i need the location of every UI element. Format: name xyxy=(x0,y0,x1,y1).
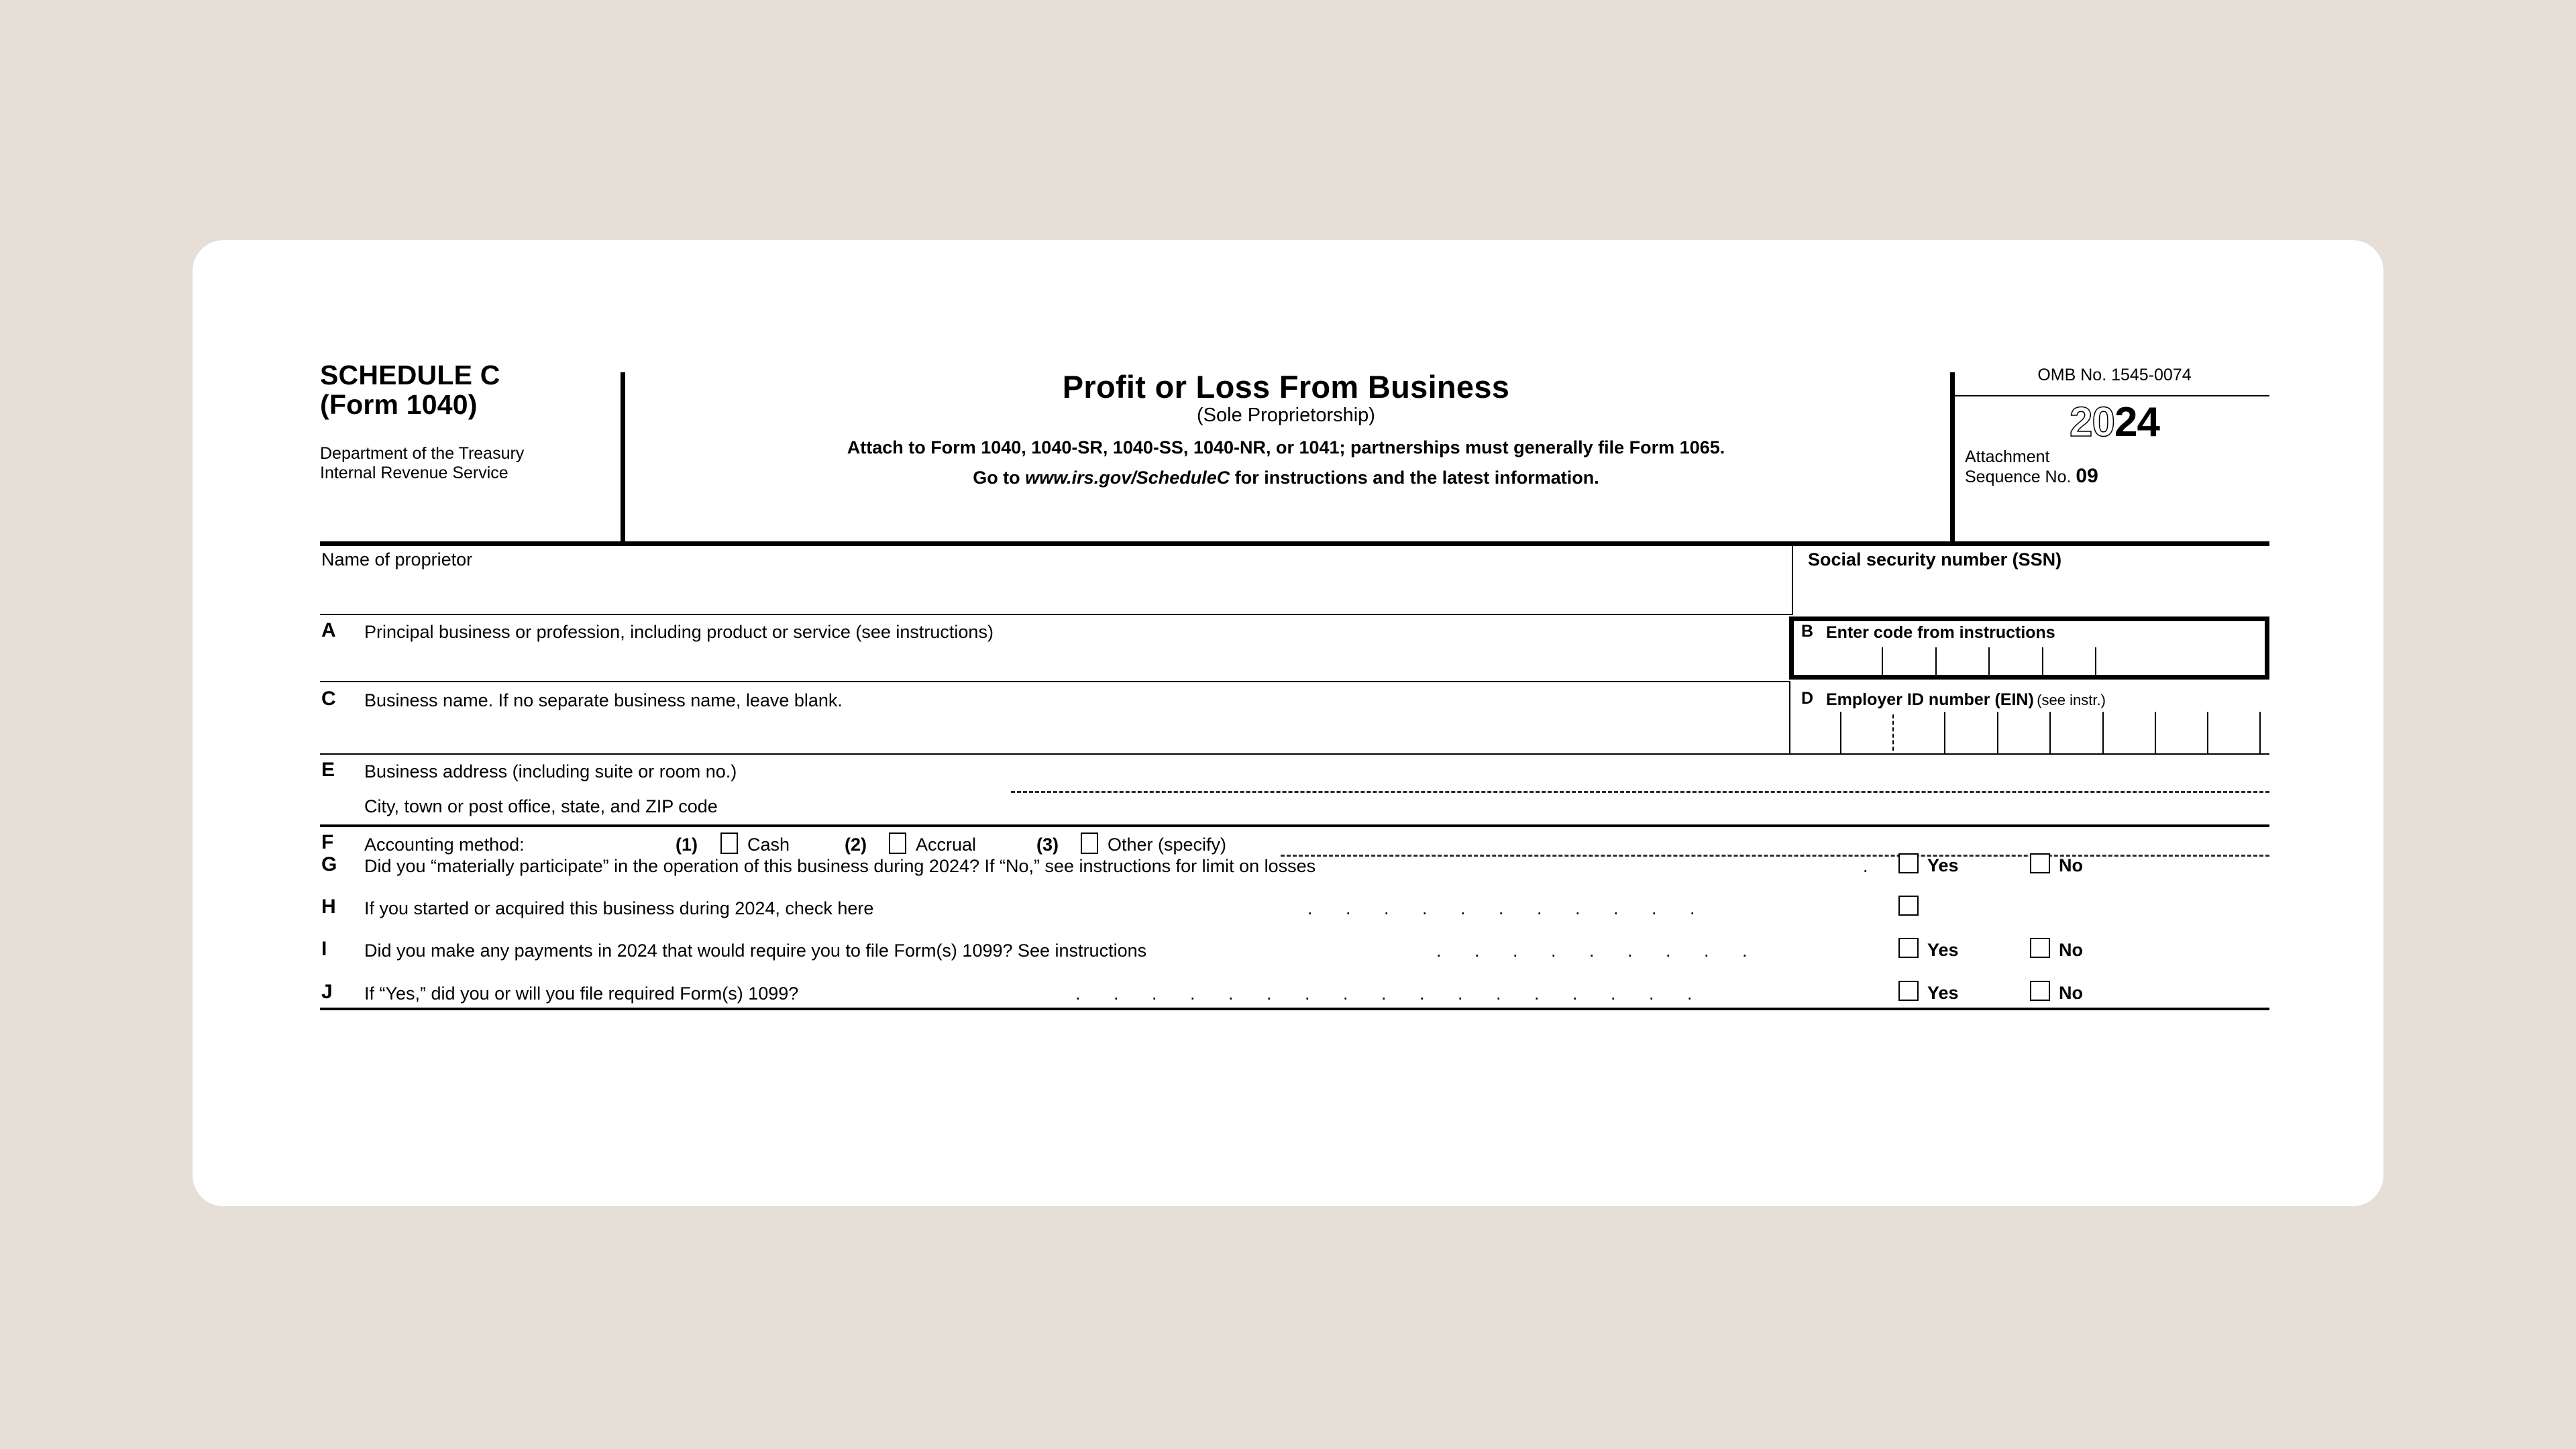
field-h-checkbox[interactable] xyxy=(1898,896,1919,916)
field-f-label: Accounting method: xyxy=(364,835,525,855)
field-e-label-2: City, town or post office, state, and ZI… xyxy=(364,796,718,816)
tax-year: 2024 xyxy=(1960,399,2269,445)
header-divider-right xyxy=(1950,372,1955,543)
field-f-option-3-checkbox[interactable] xyxy=(1081,833,1098,854)
tax-year-prefix: 20 xyxy=(2069,399,2115,445)
field-a-letter: A xyxy=(321,619,336,641)
field-i-yes-label: Yes xyxy=(1927,940,1959,960)
field-g-leader: . xyxy=(1863,856,1882,876)
sequence-number: 09 xyxy=(2076,465,2098,487)
field-f-option-3-number: (3) xyxy=(1036,835,1059,855)
field-d-label-suffix: (see instr.) xyxy=(2037,692,2106,708)
field-c-value[interactable] xyxy=(364,716,1780,747)
field-g-label: Did you “materially participate” in the … xyxy=(364,856,1316,876)
field-i-label: Did you make any payments in 2024 that w… xyxy=(364,941,1147,961)
document-card: SCHEDULE C (Form 1040) Department of the… xyxy=(193,240,2383,1206)
field-d-label: Employer ID number (EIN) xyxy=(1826,690,2034,709)
rule-under-row-e xyxy=(320,824,2269,827)
field-i-yes-checkbox[interactable] xyxy=(1898,938,1919,958)
field-g-no-checkbox[interactable] xyxy=(2030,853,2050,873)
goto-instruction: Go to www.irs.gov/ScheduleC for instruct… xyxy=(629,468,1943,488)
field-a-value[interactable] xyxy=(364,649,1780,680)
form-main-title: Profit or Loss From Business xyxy=(1062,369,1510,405)
rule-under-row-a xyxy=(320,681,1789,682)
field-j-no-label: No xyxy=(2059,983,2083,1003)
attachment-sequence: Sequence No. 09 xyxy=(1965,465,2273,487)
field-h-label: If you started or acquired this business… xyxy=(364,898,874,918)
field-d-value[interactable] xyxy=(1796,714,2265,752)
field-e-letter: E xyxy=(321,759,335,781)
field-c-letter: C xyxy=(321,688,336,710)
field-i-no-checkbox[interactable] xyxy=(2030,938,2050,958)
ssn-value[interactable] xyxy=(1808,576,2251,608)
field-e-value[interactable] xyxy=(1018,763,2265,790)
sequence-label: Sequence No. xyxy=(1965,468,2076,486)
field-f-option-1-checkbox[interactable] xyxy=(720,833,738,854)
rule-under-name-row xyxy=(320,614,1792,615)
field-d-label-group: Employer ID number (EIN) (see instr.) xyxy=(1826,690,2106,710)
form-bottom-rule xyxy=(320,1008,2269,1010)
attach-instruction: Attach to Form 1040, 1040-SR, 1040-SS, 1… xyxy=(847,437,1725,458)
field-h-leader: . . . . . . . . . . . xyxy=(1307,898,1709,918)
field-f-letter: F xyxy=(321,831,334,853)
omb-number: OMB No. 1545-0074 xyxy=(2037,366,2192,384)
field-j-label: If “Yes,” did you or will you file requi… xyxy=(364,983,799,1004)
field-g-letter: G xyxy=(321,853,337,875)
field-g-no-label: No xyxy=(2059,855,2083,875)
attachment-label: Attachment xyxy=(1965,447,2050,466)
header-divider-left xyxy=(621,372,625,543)
field-c-label: Business name. If no separate business n… xyxy=(364,690,843,710)
schedule-title: SCHEDULE C (Form 1040) xyxy=(320,360,500,420)
department-label: Department of the Treasury Internal Reve… xyxy=(320,444,525,482)
field-f-option-3-label: Other (specify) xyxy=(1108,835,1227,855)
rule-under-row-c xyxy=(320,753,1789,755)
field-f-option-2-checkbox[interactable] xyxy=(889,833,906,854)
field-f-option-1-label: Cash xyxy=(747,835,790,855)
field-f-option-2-label: Accrual xyxy=(916,835,977,855)
field-f-other-value[interactable] xyxy=(1287,830,2260,854)
ssn-column-divider xyxy=(1792,544,1793,615)
irs-schedule-c-form: SCHEDULE C (Form 1040) Department of the… xyxy=(320,360,2269,1102)
header-bottom-rule xyxy=(320,541,2269,546)
field-f-option-2-number: (2) xyxy=(845,835,867,855)
field-i-leader: . . . . . . . . . xyxy=(1436,941,1762,961)
field-b-value[interactable] xyxy=(1826,647,2262,676)
field-f-option-1-number: (1) xyxy=(676,835,698,855)
field-i-no-label: No xyxy=(2059,940,2083,960)
field-b-letter: B xyxy=(1801,622,1814,641)
ssn-label: Social security number (SSN) xyxy=(1808,549,2062,570)
field-h-letter: H xyxy=(321,896,336,918)
tax-year-suffix: 24 xyxy=(2114,399,2160,445)
goto-url[interactable]: www.irs.gov/ScheduleC xyxy=(1025,468,1230,488)
name-of-proprietor-value[interactable] xyxy=(321,575,1784,604)
field-e-label: Business address (including suite or roo… xyxy=(364,761,737,782)
field-a-label: Principal business or profession, includ… xyxy=(364,622,994,642)
field-j-no-checkbox[interactable] xyxy=(2030,981,2050,1001)
field-j-yes-checkbox[interactable] xyxy=(1898,981,1919,1001)
goto-suffix: for instructions and the latest informat… xyxy=(1230,468,1599,488)
form-sub-title: (Sole Proprietorship) xyxy=(1197,405,1375,426)
field-g-yes-label: Yes xyxy=(1927,855,1959,875)
field-e-value-2[interactable] xyxy=(1018,796,2265,823)
field-g-yes-checkbox[interactable] xyxy=(1898,853,1919,873)
omb-divider xyxy=(1955,395,2269,396)
field-d-letter: D xyxy=(1801,689,1814,708)
field-i-letter: I xyxy=(321,938,327,960)
goto-prefix: Go to xyxy=(973,468,1026,488)
field-j-yes-label: Yes xyxy=(1927,983,1959,1003)
name-of-proprietor-label: Name of proprietor xyxy=(321,549,473,570)
field-e-address-line[interactable] xyxy=(1011,791,2269,793)
field-j-letter: J xyxy=(321,981,333,1003)
field-b-label: Enter code from instructions xyxy=(1826,623,2055,642)
field-j-leader: . . . . . . . . . . . . . . . . . xyxy=(1075,983,1707,1004)
rule-under-field-d xyxy=(1789,753,2269,755)
field-f-other-line[interactable] xyxy=(1281,855,2269,857)
field-d-left-divider xyxy=(1789,681,1790,755)
